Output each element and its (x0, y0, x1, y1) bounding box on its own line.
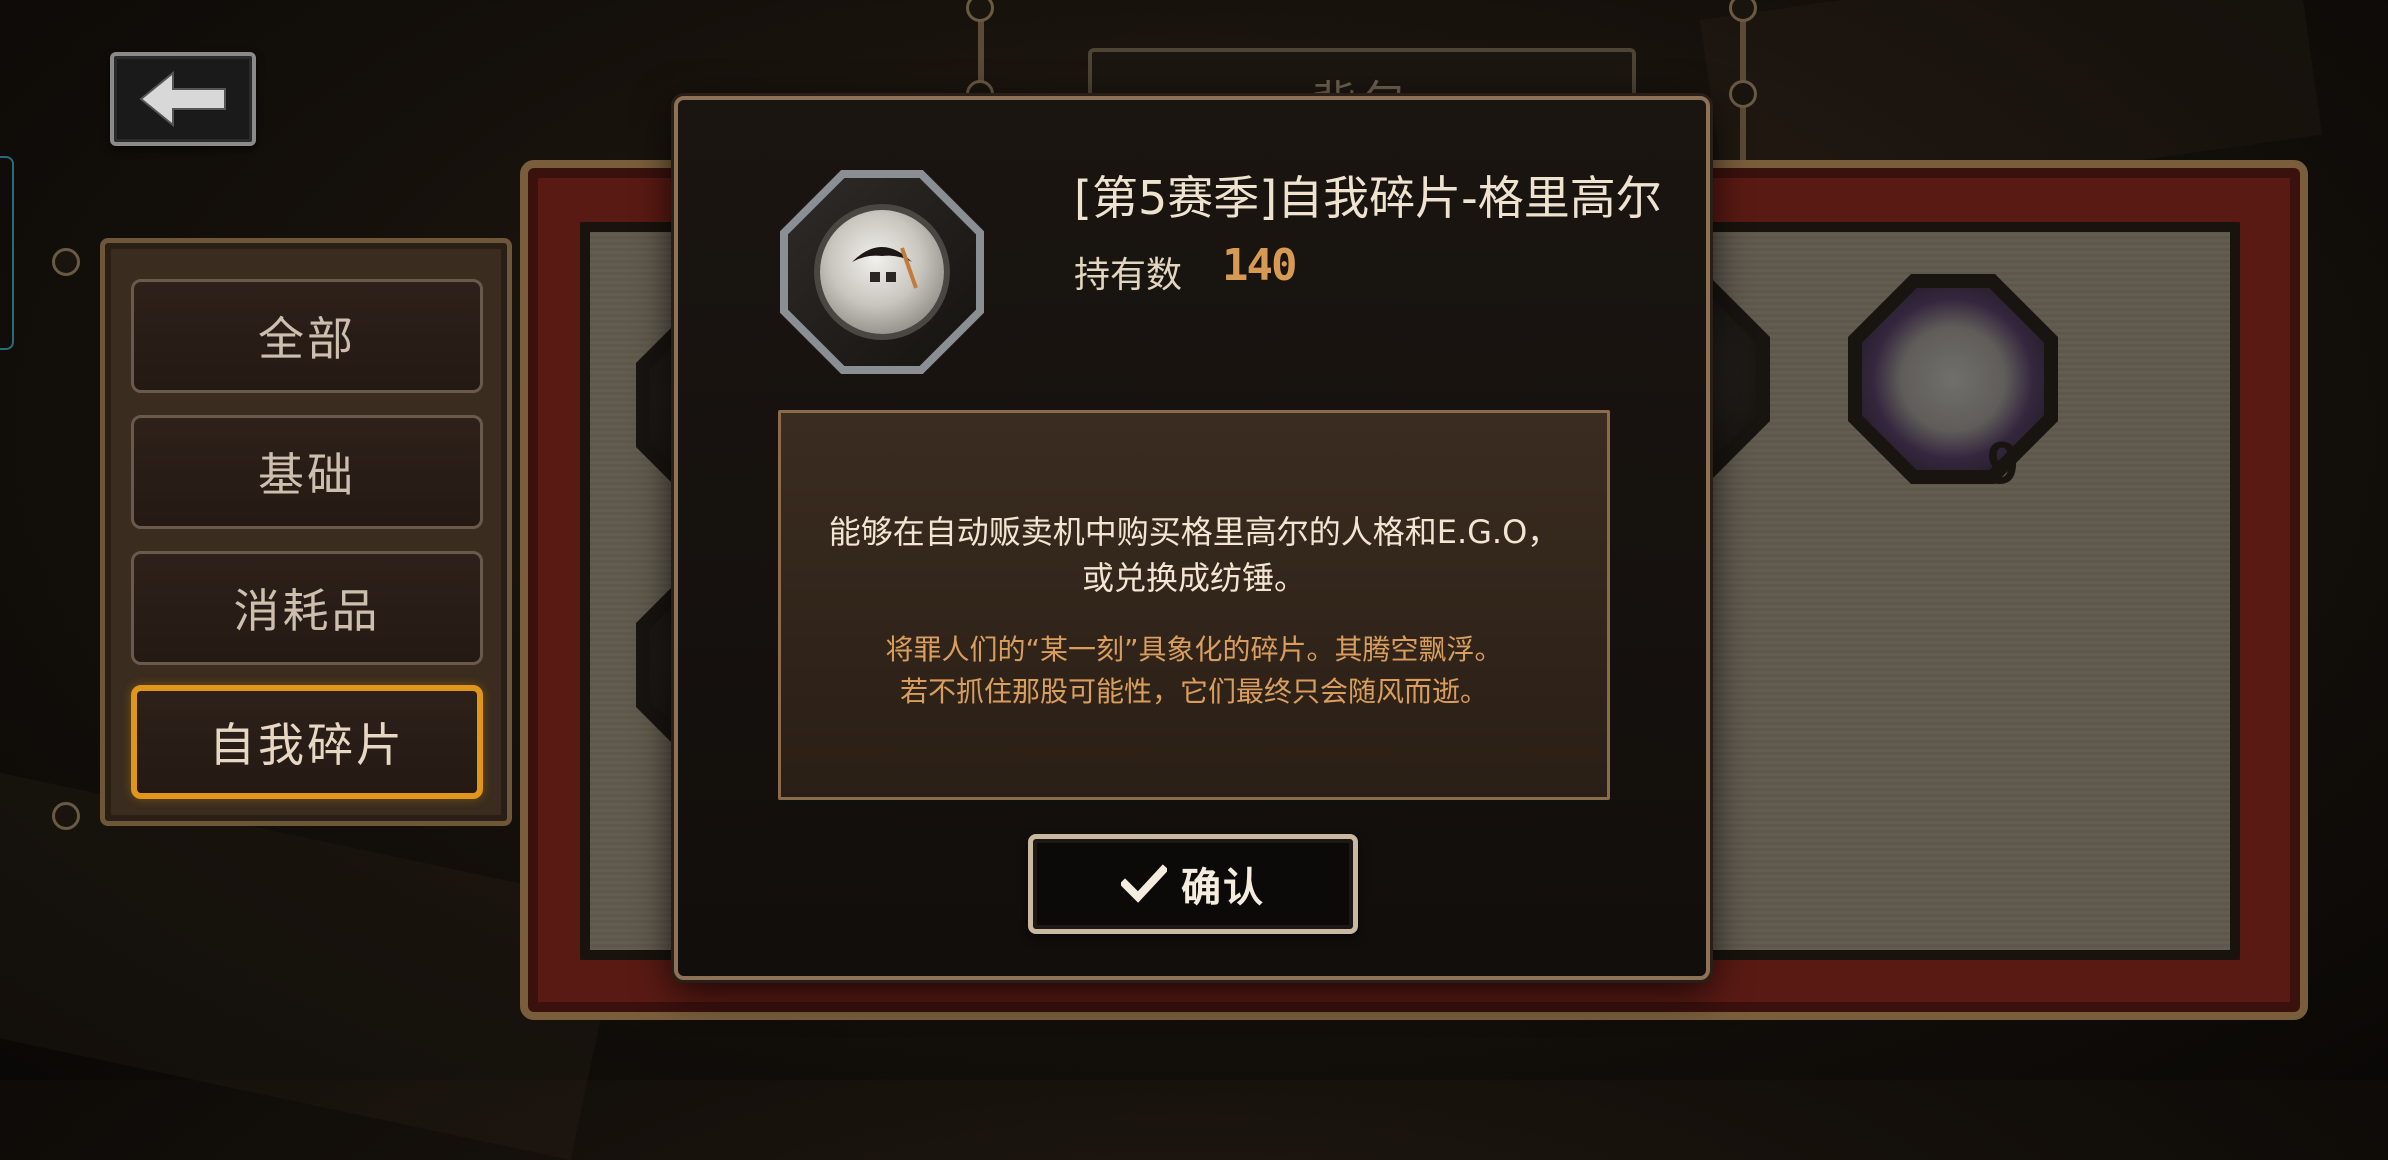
category-ego-shards-button[interactable]: 自我碎片 (131, 685, 483, 799)
arrow-left-icon (139, 70, 226, 128)
category-sidebar: 全部 基础 消耗品 自我碎片 (100, 238, 512, 826)
category-basic-button[interactable]: 基础 (131, 415, 483, 529)
owned-count: 140 (1222, 240, 1297, 291)
shard-emblem-icon (852, 247, 918, 289)
confirm-button[interactable]: 确认 (1028, 834, 1358, 934)
category-all-button[interactable]: 全部 (131, 279, 483, 393)
connector-node (1729, 80, 1757, 108)
connector-node (966, 0, 994, 22)
category-consumables-button[interactable]: 消耗品 (131, 551, 483, 665)
flavor-text-line: 若不抓住那股可能性，它们最终只会随风而逝。 (899, 675, 1488, 708)
left-edge-indicator (0, 156, 14, 350)
back-button[interactable] (110, 52, 256, 146)
checkmark-icon (1121, 864, 1167, 903)
item-title: [第5赛季]自我碎片-格里高尔 (1074, 171, 1662, 225)
item-description: 能够在自动贩卖机中购买格里高尔的人格和E.G.O，或兑换成纺锤。 (781, 509, 1607, 601)
connector-node (52, 802, 80, 830)
description-box: 能够在自动贩卖机中购买格里高尔的人格和E.G.O，或兑换成纺锤。 将罪人们的“某… (778, 410, 1610, 800)
connector-node (52, 248, 80, 276)
item-description-text: 能够在自动贩卖机中购买格里高尔的人格和E.G.O，或兑换成纺锤。 (828, 513, 1560, 597)
flavor-text-line: 将罪人们的“某一刻”具象化的碎片。其腾空飘浮。 (885, 633, 1503, 666)
owned-label: 持有数 (1074, 255, 1183, 296)
confirm-label: 确认 (1181, 865, 1265, 911)
flavor-text: 将罪人们的“某一刻”具象化的碎片。其腾空飘浮。 若不抓住那股可能性，它们最终只会… (781, 629, 1607, 713)
